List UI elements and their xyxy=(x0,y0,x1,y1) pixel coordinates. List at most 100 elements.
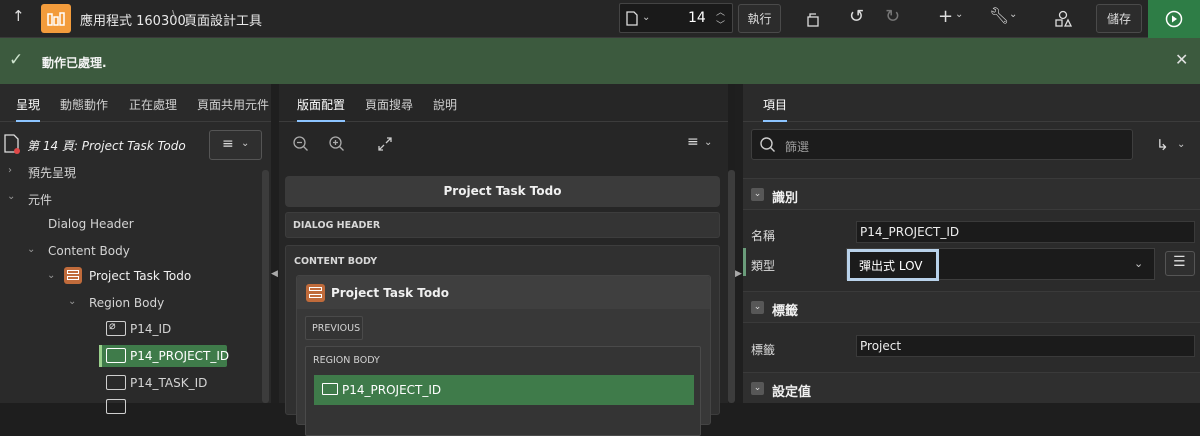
chevron-down-icon[interactable]: ⌄ xyxy=(1009,9,1017,20)
layout-item-selected[interactable]: P14_PROJECT_ID xyxy=(314,375,694,405)
layout-panel: 版面配置 頁面搜尋 說明 ≡ ⌄ Project Task Todo DIALO… xyxy=(279,84,728,436)
redo-icon[interactable]: ↻ xyxy=(885,6,900,27)
chevron-right-icon[interactable]: › xyxy=(8,165,12,176)
middle-scrollbar[interactable] xyxy=(728,170,735,403)
dialog-header-label: DIALOG HEADER xyxy=(293,220,381,231)
tab-dynamic-actions[interactable]: 動態動作 xyxy=(60,96,108,113)
lock-button[interactable] xyxy=(796,4,830,33)
page-icon xyxy=(4,134,20,154)
tab-page-search[interactable]: 頁面搜尋 xyxy=(365,96,413,113)
tree-node-region[interactable]: Project Task Todo xyxy=(89,269,191,283)
zoom-in-icon[interactable] xyxy=(329,136,345,152)
middle-tabs: 版面配置 頁面搜尋 說明 xyxy=(279,84,728,122)
collapse-right-icon[interactable]: ▶ xyxy=(735,269,742,279)
chevron-down-icon: ⌄ xyxy=(642,12,651,23)
chevron-down-icon[interactable]: ⌄ xyxy=(704,137,712,148)
stepper-down-icon[interactable]: ﹀ xyxy=(716,18,725,31)
undo-icon[interactable]: ↺ xyxy=(849,6,864,27)
shared-components-icon[interactable] xyxy=(1054,10,1072,28)
chevron-down-icon[interactable]: ⌄ xyxy=(7,191,15,202)
top-toolbar: ↑ 應用程式 160300 \ 頁面設計工具 ⌄ 14 ︿ ﹀ 執行 ↺ ↻ +… xyxy=(0,0,1200,38)
name-label: 名稱 xyxy=(751,229,776,243)
tab-shared-components[interactable]: 頁面共用元件 xyxy=(197,96,269,113)
layout-item-label: P14_PROJECT_ID xyxy=(342,383,442,397)
type-list-button[interactable]: ☰ xyxy=(1165,251,1195,276)
up-arrow-icon[interactable]: ↑ xyxy=(12,7,25,25)
collapse-left-icon[interactable]: ◀ xyxy=(271,269,278,279)
stepper-up-icon[interactable]: ︿ xyxy=(716,5,725,18)
save-button[interactable]: 儲存 xyxy=(1096,4,1142,33)
chevron-down-icon[interactable]: ⌄ xyxy=(955,9,963,20)
section-header-label[interactable]: ⌄ 標籤 xyxy=(743,291,1200,323)
content-body-position[interactable]: CONTENT BODY Project Task Todo PREVIOUS … xyxy=(285,245,720,436)
layout-page-header[interactable]: Project Task Todo xyxy=(285,176,720,207)
chevron-down-icon: ⌄ xyxy=(241,138,250,149)
section-header-identification[interactable]: ⌄ 識別 xyxy=(743,178,1200,210)
page-title[interactable]: 第 14 頁: Project Task Todo xyxy=(27,137,186,154)
play-icon xyxy=(1165,10,1183,28)
checkmark-icon: ✓ xyxy=(9,50,24,70)
wrench-icon[interactable]: 🔧︎ xyxy=(989,6,1009,25)
tree-node-pre-rendering[interactable]: 預先呈現 xyxy=(28,164,76,181)
tab-layout[interactable]: 版面配置 xyxy=(297,96,346,122)
label-value: Project xyxy=(860,339,902,353)
previous-position[interactable]: PREVIOUS xyxy=(305,316,363,340)
add-icon[interactable]: + xyxy=(938,6,953,27)
name-field[interactable]: P14_PROJECT_ID xyxy=(856,221,1195,243)
hamburger-icon[interactable]: ≡ xyxy=(687,134,699,150)
right-tabs: 項目 xyxy=(743,84,1200,122)
filter-input[interactable]: 篩選 xyxy=(751,129,1133,160)
tree-node-item[interactable]: P14_ID xyxy=(130,322,171,336)
breadcrumb-page-designer[interactable]: 頁面設計工具 xyxy=(184,10,262,29)
left-scrollbar[interactable] xyxy=(262,170,269,403)
hidden-item-icon: ⌀ xyxy=(106,319,126,336)
tab-item[interactable]: 項目 xyxy=(763,96,788,122)
region-body-position[interactable]: REGION BODY P14_PROJECT_ID xyxy=(305,346,701,436)
run-page-button[interactable] xyxy=(1148,0,1200,38)
collapse-icon: ⌄ xyxy=(751,188,764,201)
collapse-icon: ⌄ xyxy=(751,382,764,395)
chevron-down-icon[interactable]: ⌄ xyxy=(27,244,35,255)
breadcrumb-app[interactable]: 應用程式 160300 xyxy=(80,10,186,29)
expand-icon[interactable] xyxy=(378,137,392,151)
page-selector[interactable]: ⌄ 14 ︿ ﹀ xyxy=(619,3,733,33)
list-icon: ☰ xyxy=(1173,254,1186,270)
section-header-default[interactable]: ⌄ 設定值 xyxy=(743,372,1200,403)
type-value: 彈出式 LOV xyxy=(859,259,923,273)
tab-help[interactable]: 說明 xyxy=(433,96,457,113)
dialog-header-position[interactable]: DIALOG HEADER xyxy=(285,212,720,238)
selection-marker xyxy=(99,345,102,367)
tree-node-item[interactable]: P14_TASK_ID xyxy=(130,376,207,390)
tree-node-item-selected[interactable]: P14_PROJECT_ID xyxy=(130,349,229,363)
tree-node-components[interactable]: 元件 xyxy=(28,191,52,208)
left-splitter[interactable]: ◀ xyxy=(271,84,279,403)
chevron-down-icon[interactable]: ⌄ xyxy=(68,296,76,307)
right-splitter[interactable]: ▶ xyxy=(735,84,743,403)
go-to-group-icon[interactable]: ↳ xyxy=(1156,136,1169,154)
filter-placeholder: 篩選 xyxy=(785,140,810,154)
chevron-down-icon[interactable]: ⌄ xyxy=(1177,139,1185,150)
app-icon[interactable] xyxy=(41,4,71,33)
close-icon[interactable]: ✕ xyxy=(1175,50,1188,69)
search-icon xyxy=(760,137,775,152)
item-icon xyxy=(106,399,126,414)
popup-lov-item-icon xyxy=(106,348,126,363)
type-select[interactable]: 彈出式 LOV ⌄ xyxy=(846,248,1155,281)
tree-menu-button[interactable]: ≡ ⌄ xyxy=(209,130,262,160)
label-field[interactable]: Project xyxy=(856,335,1195,357)
tree-node-dialog-header[interactable]: Dialog Header xyxy=(48,217,134,231)
page-number-input[interactable]: 14 xyxy=(688,10,706,26)
tab-rendering[interactable]: 呈現 xyxy=(16,96,41,122)
region-icon xyxy=(306,284,325,302)
tree-node-content-body[interactable]: Content Body xyxy=(48,244,130,258)
collapse-icon: ⌄ xyxy=(751,301,764,314)
chevron-down-icon[interactable]: ⌄ xyxy=(47,270,55,281)
popup-lov-item-icon xyxy=(322,383,338,395)
tab-processing[interactable]: 正在處理 xyxy=(129,96,177,113)
page-header-title: Project Task Todo xyxy=(443,184,562,198)
zoom-out-icon[interactable] xyxy=(293,136,309,152)
page-lock-icon xyxy=(807,12,819,27)
tree-node-region-body[interactable]: Region Body xyxy=(89,296,164,310)
left-tabs: 呈現 動態動作 正在處理 頁面共用元件 xyxy=(0,84,271,122)
run-button[interactable]: 執行 xyxy=(738,4,781,33)
